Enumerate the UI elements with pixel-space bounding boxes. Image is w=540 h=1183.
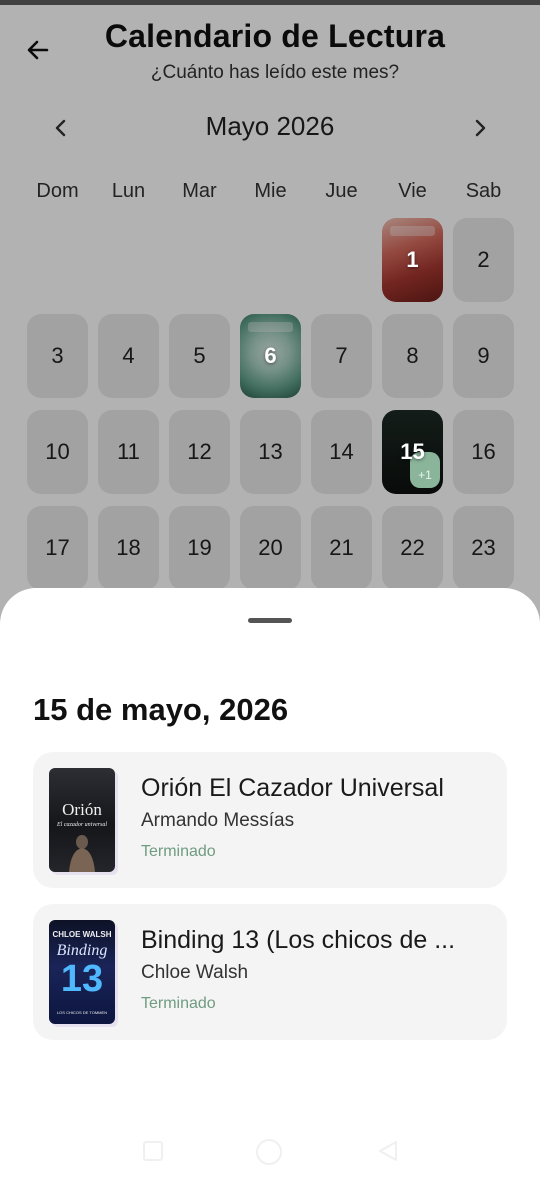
drag-handle[interactable] [248,618,292,623]
home-button[interactable] [256,1139,282,1165]
reading-calendar-screen: Calendario de Lectura ¿Cuánto has leído … [0,0,540,1183]
figure-silhouette-icon [69,835,95,872]
day-number: 6 [264,343,277,368]
cover-subtitle: El cazador universal [57,822,107,828]
cover-author: CHLOE WALSH [52,930,112,939]
day-number: 1 [406,247,419,272]
book-card[interactable]: Orión El cazador universal Orión El Caza… [33,752,507,888]
cover-number: 13 [60,958,104,1000]
cover-title: Orión [62,800,102,819]
book-status: Terminado [141,843,216,860]
book-title: Binding 13 (Los chicos de ... [141,926,456,954]
day-number: 15 [400,439,425,464]
book-status: Terminado [141,995,216,1012]
cover-footer: LOS CHICOS DE TOMMEN [56,1010,108,1015]
book-title: Orión El Cazador Universal [141,774,444,802]
back-triangle-icon[interactable] [376,1139,400,1163]
book-author: Chloe Walsh [141,962,249,983]
system-navigation-bar [0,1125,540,1183]
book-cover: Orión El cazador universal [49,768,115,872]
book-card[interactable]: CHLOE WALSH Binding 13 LOS CHICOS DE TOM… [33,904,507,1040]
selected-date-title: 15 de mayo, 2026 [33,692,289,727]
day-detail-bottom-sheet: 15 de mayo, 2026 Orión El cazador univer… [0,588,540,1183]
recents-button[interactable] [143,1141,163,1161]
book-author: Armando Messías [141,810,295,831]
book-cover: CHLOE WALSH Binding 13 LOS CHICOS DE TOM… [49,920,115,1024]
